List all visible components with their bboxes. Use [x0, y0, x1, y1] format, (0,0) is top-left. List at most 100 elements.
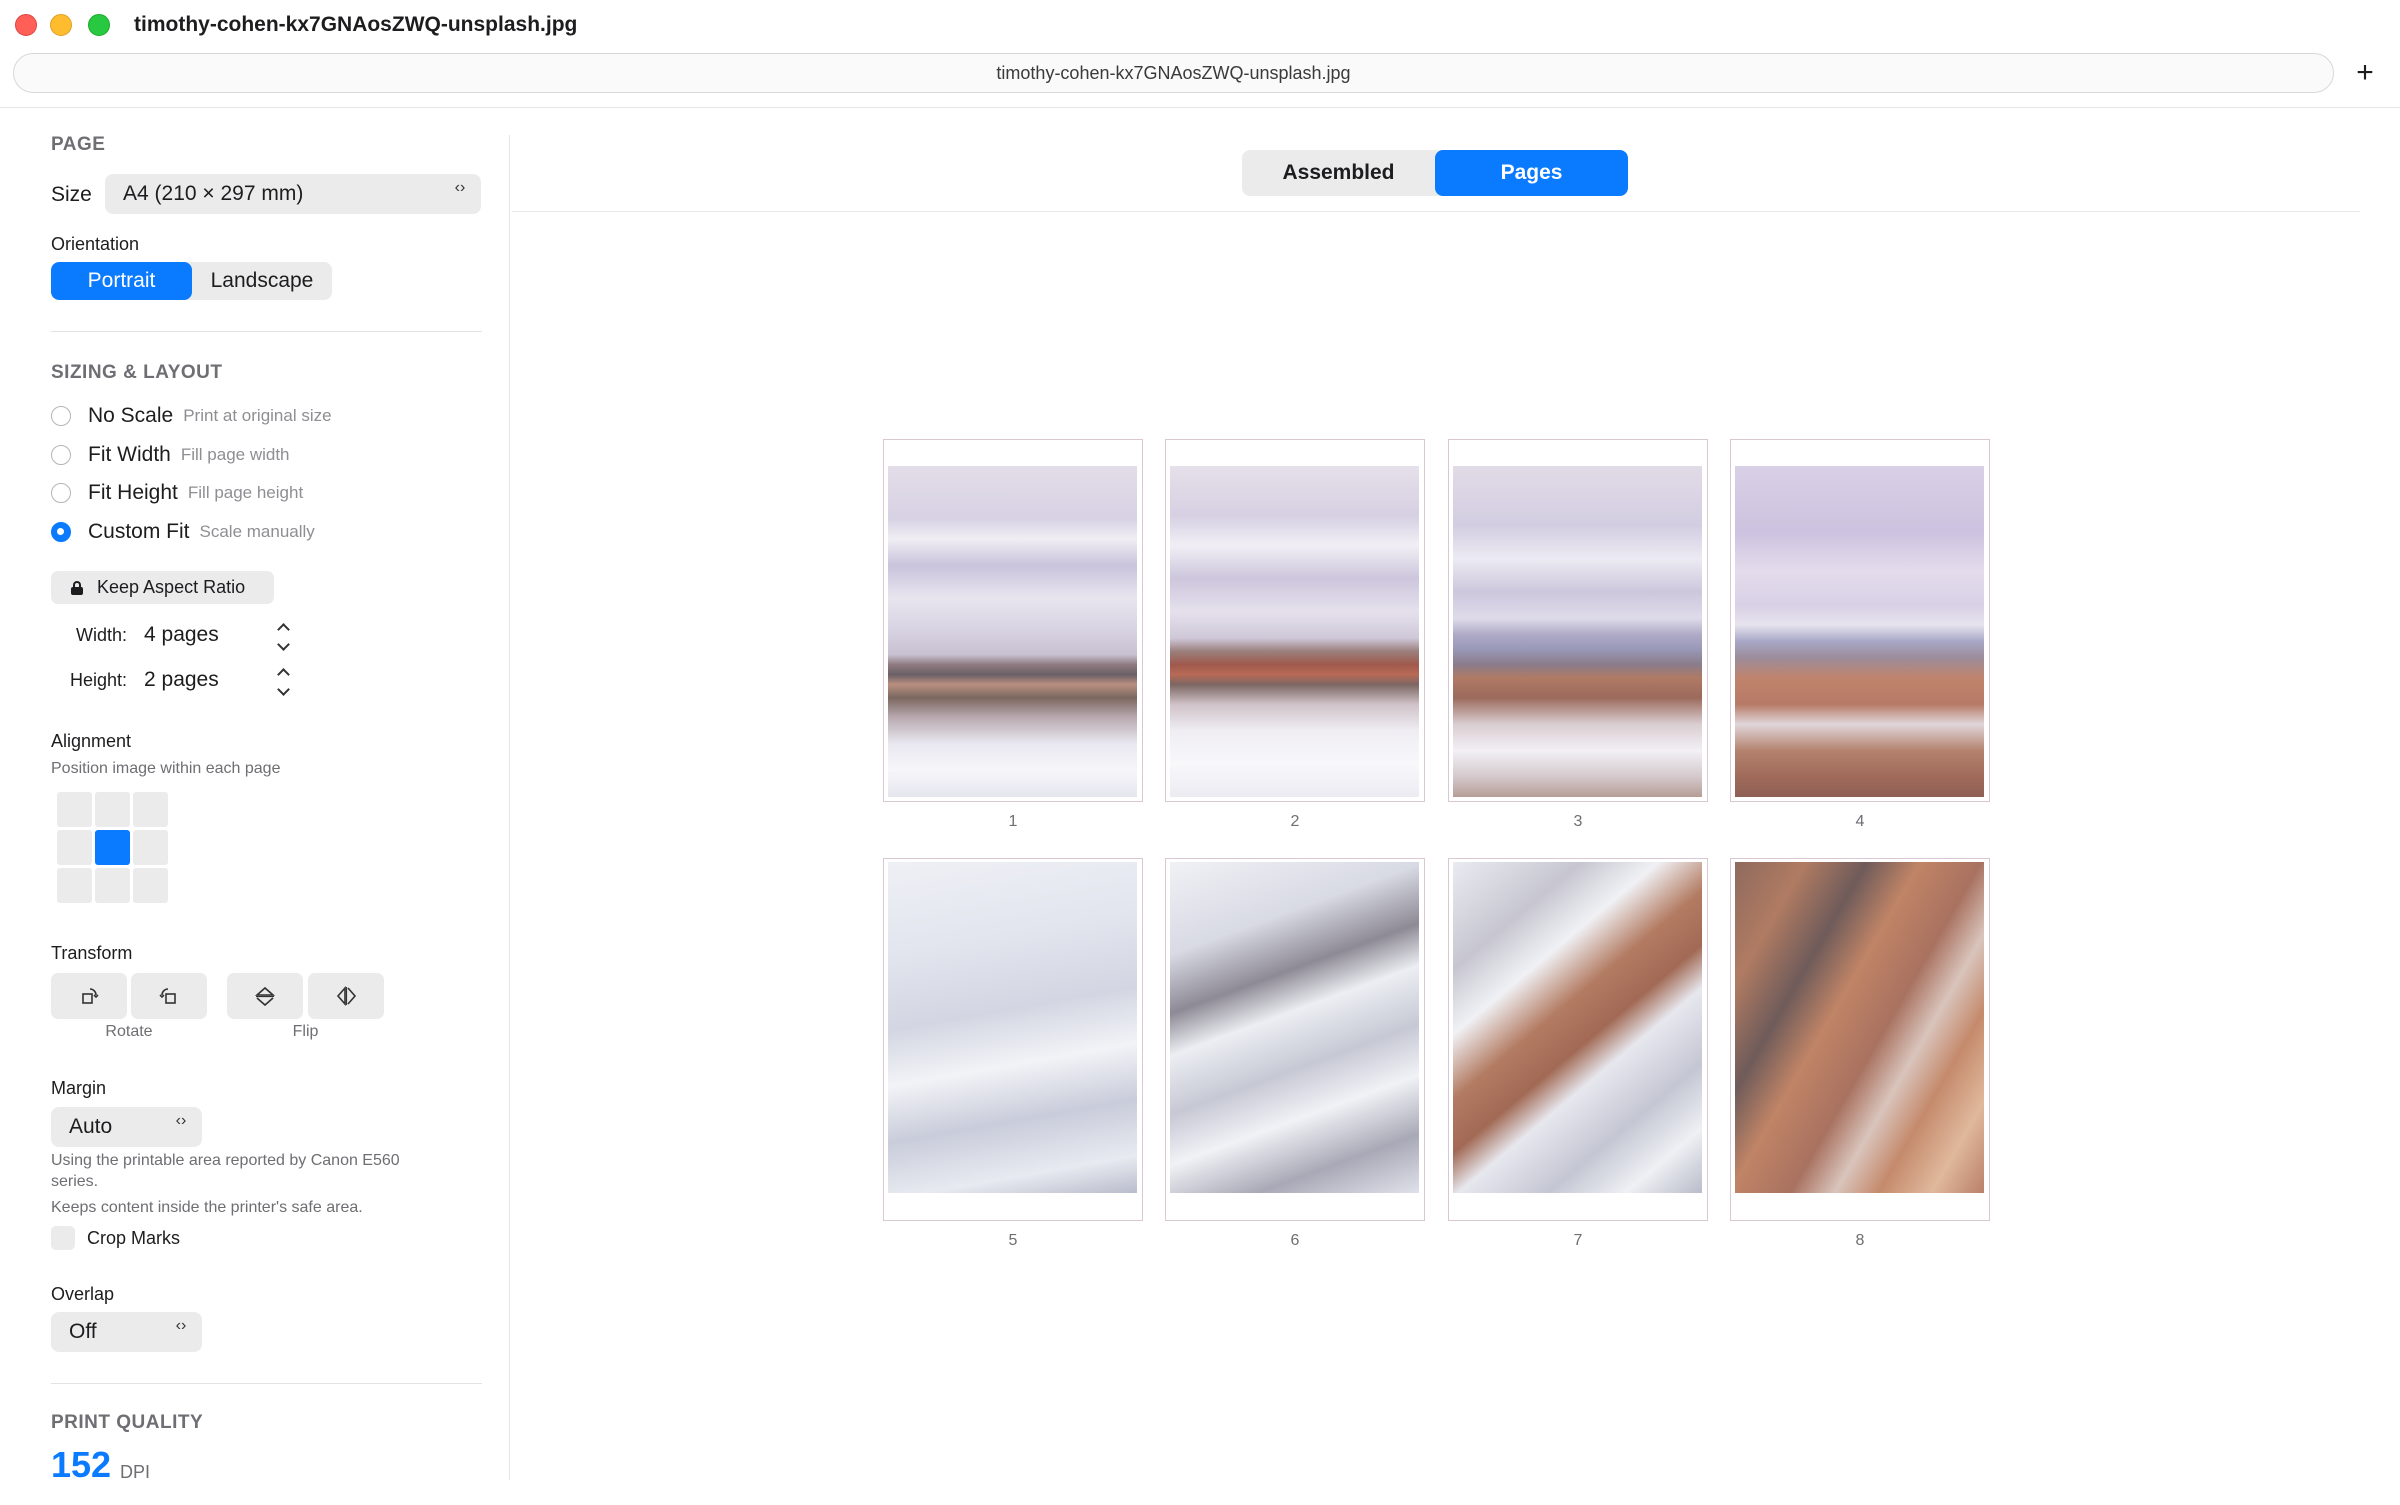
orientation-landscape[interactable]: Landscape — [192, 262, 332, 300]
radio-button[interactable] — [51, 406, 71, 426]
radio-button[interactable] — [51, 483, 71, 503]
alignment-cell-top-right[interactable] — [133, 792, 168, 827]
page-number: 2 — [1290, 813, 1300, 830]
alignment-cell-middle-right[interactable] — [133, 830, 168, 865]
page-number: 8 — [1855, 1232, 1865, 1249]
sizing-option-label: Fit Height — [88, 481, 178, 504]
chevron-updown-icon: ‹› — [454, 179, 466, 196]
sizing-option-hint: Print at original size — [183, 406, 332, 425]
view-mode-segmented-control: Assembled Pages — [1242, 150, 1628, 196]
transform-label: Transform — [51, 943, 133, 963]
alignment-cell-middle-left[interactable] — [57, 830, 92, 865]
width-value[interactable]: 4 pages — [144, 623, 219, 647]
chevron-down-icon[interactable] — [276, 683, 290, 696]
page-thumbnail-2[interactable] — [1165, 439, 1425, 802]
dpi-value: 152 — [51, 1444, 112, 1485]
rotate-caption: Rotate — [105, 1023, 153, 1040]
page-image — [1453, 466, 1702, 797]
window-title: timothy-cohen-kx7GNAosZWQ-unsplash.jpg — [134, 13, 578, 36]
orientation-portrait[interactable]: Portrait — [51, 262, 192, 300]
flip-vertical-button[interactable] — [227, 973, 303, 1019]
page-number: 6 — [1290, 1232, 1300, 1249]
alignment-cell-center[interactable] — [95, 830, 130, 865]
overlap-value: Off — [69, 1320, 97, 1343]
page-thumbnail-7[interactable] — [1448, 858, 1708, 1221]
height-stepper[interactable] — [270, 662, 296, 698]
sizing-section-title: SIZING & LAYOUT — [51, 362, 223, 383]
chevron-updown-icon: ‹› — [175, 1112, 187, 1129]
page-image — [1735, 466, 1984, 797]
height-value[interactable]: 2 pages — [144, 668, 219, 692]
print-quality-title: PRINT QUALITY — [51, 1412, 204, 1433]
sizing-option-hint: Fill page width — [180, 445, 290, 464]
lock-icon — [71, 580, 83, 595]
margin-select[interactable]: Auto ‹› — [51, 1107, 202, 1147]
flip-horizontal-button[interactable] — [308, 973, 384, 1019]
page-thumbnail-5[interactable] — [883, 858, 1143, 1221]
width-stepper[interactable] — [270, 617, 296, 653]
page-image — [1453, 862, 1702, 1193]
paper-size-value: A4 (210 × 297 mm) — [123, 182, 304, 205]
sizing-option-fit-width[interactable]: Fit Width Fill page width — [51, 440, 290, 470]
page-thumbnail-3[interactable] — [1448, 439, 1708, 802]
crop-marks-checkbox[interactable] — [51, 1226, 75, 1250]
alignment-cell-bottom-left[interactable] — [57, 868, 92, 903]
rotate-left-button[interactable] — [51, 973, 127, 1019]
rotate-left-icon — [82, 988, 99, 1004]
section-divider — [51, 331, 482, 332]
flip-horizontal-icon — [336, 985, 357, 1007]
tab-pages[interactable]: Pages — [1435, 150, 1628, 196]
rotate-right-button[interactable] — [131, 973, 207, 1019]
sizing-option-fit-height[interactable]: Fit Height Fill page height — [51, 478, 303, 508]
sizing-option-hint: Scale manually — [199, 522, 315, 541]
section-divider — [51, 1383, 482, 1384]
radio-button-selected[interactable] — [51, 522, 71, 542]
alignment-cell-bottom-center[interactable] — [95, 868, 130, 903]
alignment-cell-top-center[interactable] — [95, 792, 130, 827]
preview-divider — [512, 211, 2360, 212]
orientation-label: Orientation — [51, 234, 140, 254]
minimize-window-button[interactable] — [50, 14, 72, 36]
alignment-cell-bottom-right[interactable] — [133, 868, 168, 903]
keep-aspect-ratio-button[interactable]: Keep Aspect Ratio — [51, 571, 274, 604]
close-window-button[interactable] — [15, 14, 37, 36]
page-image — [1170, 466, 1419, 797]
page-thumbnail-6[interactable] — [1165, 858, 1425, 1221]
width-label: Width: — [76, 625, 128, 645]
size-label: Size — [51, 183, 92, 206]
page-thumbnail-8[interactable] — [1730, 858, 1990, 1221]
overlap-select[interactable]: Off ‹› — [51, 1312, 202, 1352]
sizing-option-no-scale[interactable]: No Scale Print at original size — [51, 401, 332, 431]
sizing-option-label: Fit Width — [88, 443, 171, 466]
zoom-window-button[interactable] — [88, 14, 110, 36]
sizing-option-label: No Scale — [88, 404, 174, 427]
tab-assembled[interactable]: Assembled — [1242, 150, 1435, 196]
crop-marks-option[interactable]: Crop Marks — [51, 1226, 180, 1250]
dpi-unit: DPI — [120, 1462, 151, 1482]
radio-button[interactable] — [51, 445, 71, 465]
page-image — [1170, 862, 1419, 1193]
page-section-title: PAGE — [51, 134, 106, 155]
alignment-subtitle: Position image within each page — [51, 760, 281, 777]
alignment-label: Alignment — [51, 731, 132, 751]
orientation-segmented-control: Portrait Landscape — [51, 262, 332, 300]
page-number: 4 — [1855, 813, 1865, 830]
address-bar[interactable]: timothy-cohen-kx7GNAosZWQ-unsplash.jpg — [13, 53, 2334, 93]
sidebar-border — [509, 135, 510, 1480]
paper-size-select[interactable]: A4 (210 × 297 mm) ‹› — [105, 174, 481, 214]
margin-note-printable-area: Using the printable area reported by Can… — [51, 1152, 400, 1190]
chevron-up-icon[interactable] — [276, 623, 290, 636]
alignment-grid — [57, 792, 171, 906]
sizing-option-custom-fit[interactable]: Custom Fit Scale manually — [51, 517, 315, 547]
new-tab-button[interactable]: + — [2343, 53, 2387, 93]
page-thumbnail-4[interactable] — [1730, 439, 1990, 802]
alignment-cell-top-left[interactable] — [57, 792, 92, 827]
flip-caption: Flip — [292, 1023, 319, 1040]
chevron-down-icon[interactable] — [276, 638, 290, 651]
chevron-up-icon[interactable] — [276, 668, 290, 681]
page-thumbnail-1[interactable] — [883, 439, 1143, 802]
title-bar: timothy-cohen-kx7GNAosZWQ-unsplash.jpg — [0, 0, 2400, 52]
page-number: 5 — [1008, 1232, 1018, 1249]
chevron-updown-icon: ‹› — [175, 1317, 187, 1334]
page-image — [888, 862, 1137, 1193]
